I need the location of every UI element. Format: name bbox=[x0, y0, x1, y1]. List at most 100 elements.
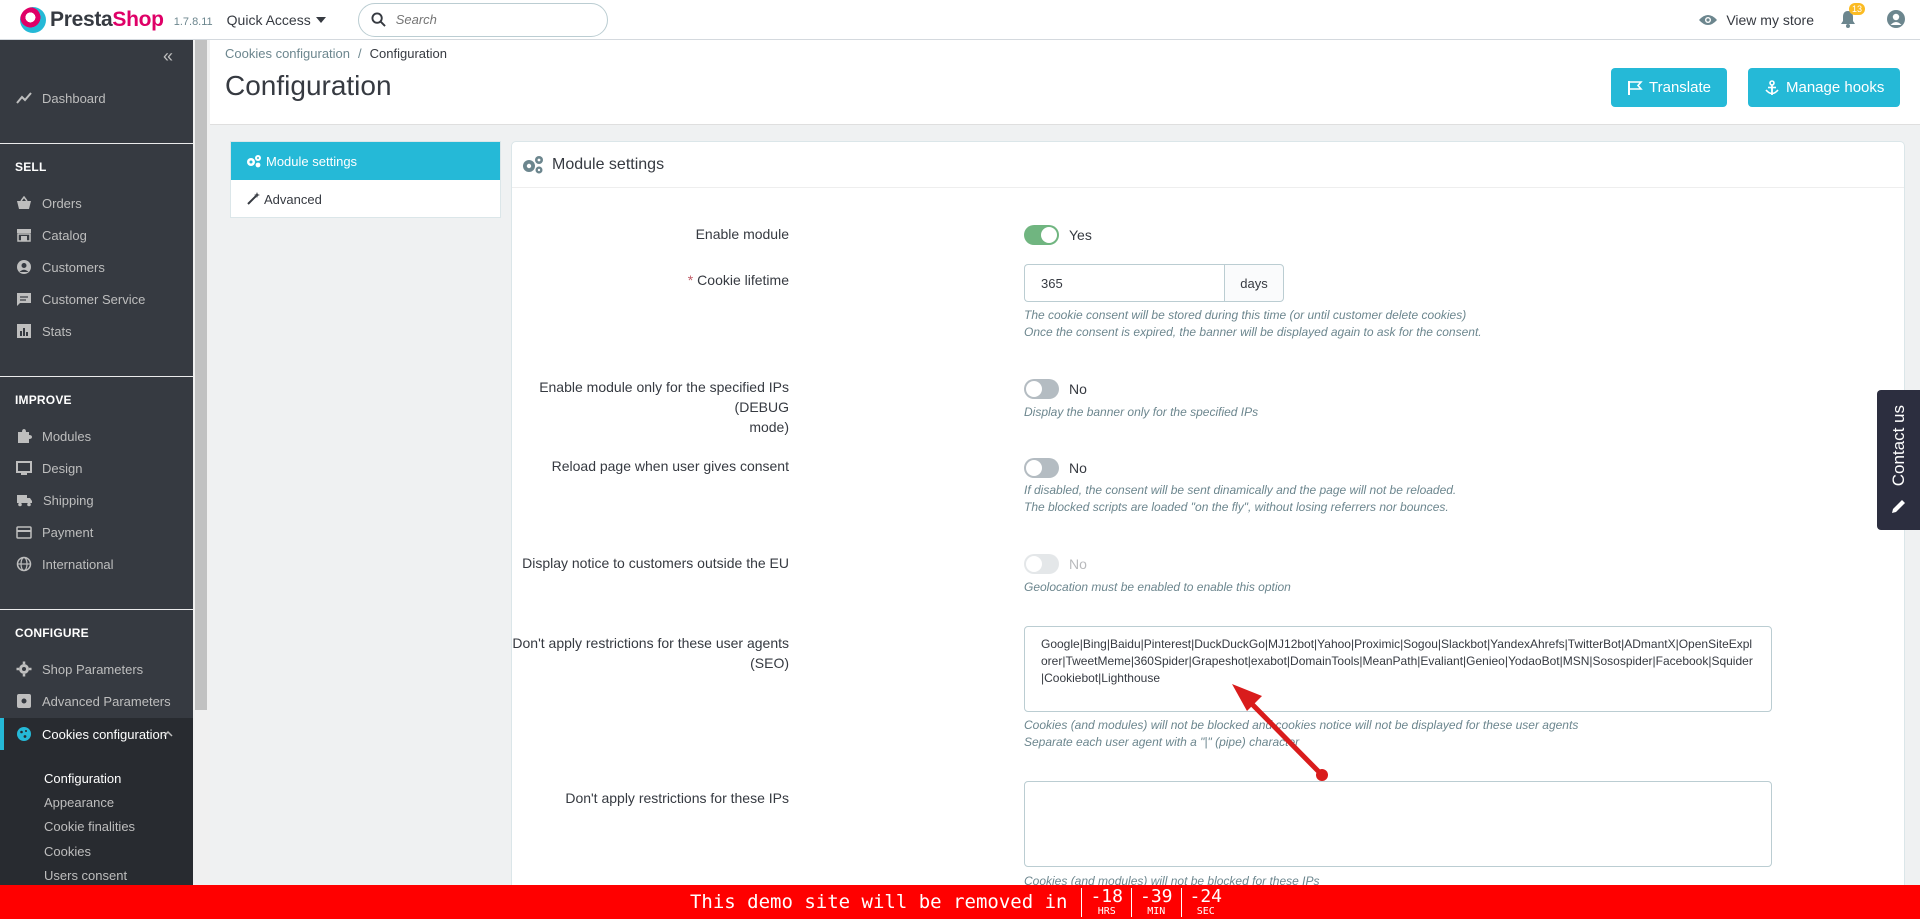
account-circle-icon bbox=[17, 260, 31, 274]
monitor-icon bbox=[16, 460, 32, 475]
submenu-appearance[interactable]: Appearance bbox=[44, 795, 114, 810]
sidebar: « Dashboard SELL Orders Catalog Customer… bbox=[0, 40, 193, 885]
panel-heading: Module settings bbox=[512, 142, 1904, 188]
countdown-seconds: -24 SEC bbox=[1180, 887, 1231, 917]
demo-notice-text: This demo site will be removed in bbox=[689, 891, 1068, 913]
anchor-icon bbox=[1765, 79, 1779, 95]
enable-module-switch[interactable]: Yes bbox=[1024, 225, 1092, 245]
debug-ips-help: Display the banner only for the specifie… bbox=[1024, 405, 1259, 419]
sidebar-item-design[interactable]: Design bbox=[0, 452, 193, 484]
countdown-minutes: -39 MIN bbox=[1130, 887, 1181, 917]
quick-access-label: Quick Access bbox=[226, 11, 311, 28]
puzzle-icon bbox=[18, 429, 32, 443]
view-my-store-link[interactable]: View my store bbox=[1698, 12, 1814, 28]
page-toolbar: Cookies configuration / Configuration Conf… bbox=[210, 40, 1920, 125]
quick-access-dropdown[interactable]: Quick Access bbox=[227, 12, 326, 28]
chat-icon bbox=[17, 292, 31, 306]
logo-icon bbox=[20, 6, 46, 33]
debug-ips-label: Enable module only for the specified IPs… bbox=[539, 379, 789, 435]
trending-up-icon bbox=[16, 92, 32, 104]
contact-us-tab[interactable]: Contact us bbox=[1877, 390, 1920, 530]
search-input[interactable] bbox=[395, 12, 586, 27]
translate-button[interactable]: Translate bbox=[1611, 68, 1727, 107]
page-title: Configuration bbox=[225, 70, 392, 101]
sidebar-item-international[interactable]: International bbox=[0, 548, 193, 580]
debug-ips-switch[interactable]: No bbox=[1024, 379, 1087, 399]
outside-eu-label: Display notice to customers outside the … bbox=[522, 555, 789, 571]
basket-icon bbox=[17, 196, 31, 209]
search-box[interactable] bbox=[357, 2, 608, 37]
search-icon bbox=[371, 12, 386, 27]
user-agents-textarea[interactable]: Google|Bing|Baidu|Pinterest|DuckDuckGo|M… bbox=[1024, 626, 1772, 712]
manage-hooks-button[interactable]: Manage hooks bbox=[1748, 68, 1901, 107]
flag-icon bbox=[1628, 80, 1643, 95]
section-configure: CONFIGURE bbox=[15, 626, 89, 640]
top-header: PrestaShop 1.7.8.11 Quick Access View my… bbox=[0, 0, 1920, 40]
breadcrumb-parent[interactable]: Cookies configuration bbox=[225, 46, 350, 61]
outside-eu-help: Geolocation must be enabled to enable th… bbox=[1024, 580, 1291, 594]
account-button[interactable] bbox=[1886, 9, 1906, 32]
globe-icon bbox=[16, 556, 32, 572]
notifications-badge: 13 bbox=[1849, 2, 1866, 15]
collapse-sidebar-icon[interactable]: « bbox=[163, 46, 173, 67]
module-settings-panel: Module settings Enable module Yes * Cooki… bbox=[511, 141, 1905, 901]
gear-icon bbox=[16, 661, 32, 677]
sidebar-item-orders[interactable]: Orders bbox=[0, 187, 193, 219]
sidebar-scrollbar[interactable] bbox=[193, 40, 210, 885]
cookie-lifetime-help: The cookie consent will be stored during… bbox=[1024, 308, 1482, 339]
reload-page-help: If disabled, the consent will be sent di… bbox=[1024, 483, 1457, 514]
days-addon: days bbox=[1224, 264, 1284, 302]
user-agents-label: Don't apply restrictions for these user … bbox=[512, 635, 789, 671]
eye-icon bbox=[1699, 15, 1718, 25]
notifications-button[interactable]: 13 bbox=[1840, 2, 1866, 31]
sidebar-item-catalog[interactable]: Catalog bbox=[0, 219, 193, 251]
cogs-icon bbox=[247, 155, 261, 168]
version-label: 1.7.8.11 bbox=[173, 15, 213, 28]
countdown-hours: -18 HRS bbox=[1081, 887, 1131, 917]
reload-page-switch[interactable]: No bbox=[1024, 458, 1087, 478]
breadcrumb-current: Configuration bbox=[369, 46, 447, 61]
cookie-icon bbox=[17, 727, 31, 741]
sidebar-item-customers[interactable]: Customers bbox=[0, 251, 193, 283]
tab-advanced[interactable]: Advanced bbox=[231, 180, 500, 218]
ips-label: Don't apply restrictions for these IPs bbox=[565, 790, 789, 806]
submenu-cookies[interactable]: Cookies bbox=[44, 844, 91, 859]
demo-countdown-banner: This demo site will be removed in -18 HRS… bbox=[0, 885, 1920, 919]
submenu-configuration[interactable]: Configuration bbox=[44, 771, 121, 786]
chevron-up-icon bbox=[163, 731, 173, 737]
outside-eu-switch: No bbox=[1024, 554, 1087, 574]
cookie-lifetime-input[interactable] bbox=[1024, 264, 1224, 302]
reload-page-label: Reload page when user gives consent bbox=[551, 458, 789, 474]
sidebar-item-shop-parameters[interactable]: Shop Parameters bbox=[0, 653, 193, 685]
toggle-off-icon bbox=[1024, 458, 1059, 478]
toggle-off-icon bbox=[1024, 379, 1059, 399]
bar-chart-icon bbox=[17, 324, 31, 338]
scrollbar-thumb[interactable] bbox=[195, 40, 207, 710]
tab-module-settings[interactable]: Module settings bbox=[231, 142, 500, 180]
prestashop-logo[interactable]: PrestaShop 1.7.8.11 bbox=[20, 0, 213, 40]
truck-icon bbox=[17, 495, 32, 507]
cogs-icon bbox=[523, 155, 543, 173]
sidebar-item-customer-service[interactable]: Customer Service bbox=[0, 283, 193, 315]
cookie-lifetime-label: * Cookie lifetime bbox=[687, 272, 789, 288]
enable-module-label: Enable module bbox=[695, 226, 789, 242]
sidebar-item-dashboard[interactable]: Dashboard bbox=[0, 82, 193, 114]
submenu-cookie-finalities[interactable]: Cookie finalities bbox=[44, 819, 135, 834]
submenu-users-consent[interactable]: Users consent bbox=[44, 868, 127, 883]
sidebar-item-modules[interactable]: Modules bbox=[0, 420, 193, 452]
store-icon bbox=[17, 229, 31, 242]
credit-card-icon bbox=[16, 525, 32, 539]
pencil-icon bbox=[1891, 499, 1905, 513]
section-improve: IMPROVE bbox=[15, 393, 72, 407]
user-circle-icon bbox=[1887, 9, 1905, 28]
magic-wand-icon bbox=[247, 192, 260, 205]
toggle-on-icon bbox=[1024, 225, 1059, 245]
view-my-store-label: View my store bbox=[1726, 12, 1814, 28]
ips-textarea[interactable] bbox=[1024, 781, 1772, 867]
sidebar-item-shipping[interactable]: Shipping bbox=[0, 484, 193, 516]
settings-tabs: Module settings Advanced bbox=[230, 141, 501, 218]
sidebar-item-cookies-configuration[interactable]: Cookies configuration bbox=[0, 718, 193, 750]
sidebar-item-advanced-parameters[interactable]: Advanced Parameters bbox=[0, 685, 193, 717]
sidebar-item-payment[interactable]: Payment bbox=[0, 516, 193, 548]
sidebar-item-stats[interactable]: Stats bbox=[0, 315, 193, 347]
